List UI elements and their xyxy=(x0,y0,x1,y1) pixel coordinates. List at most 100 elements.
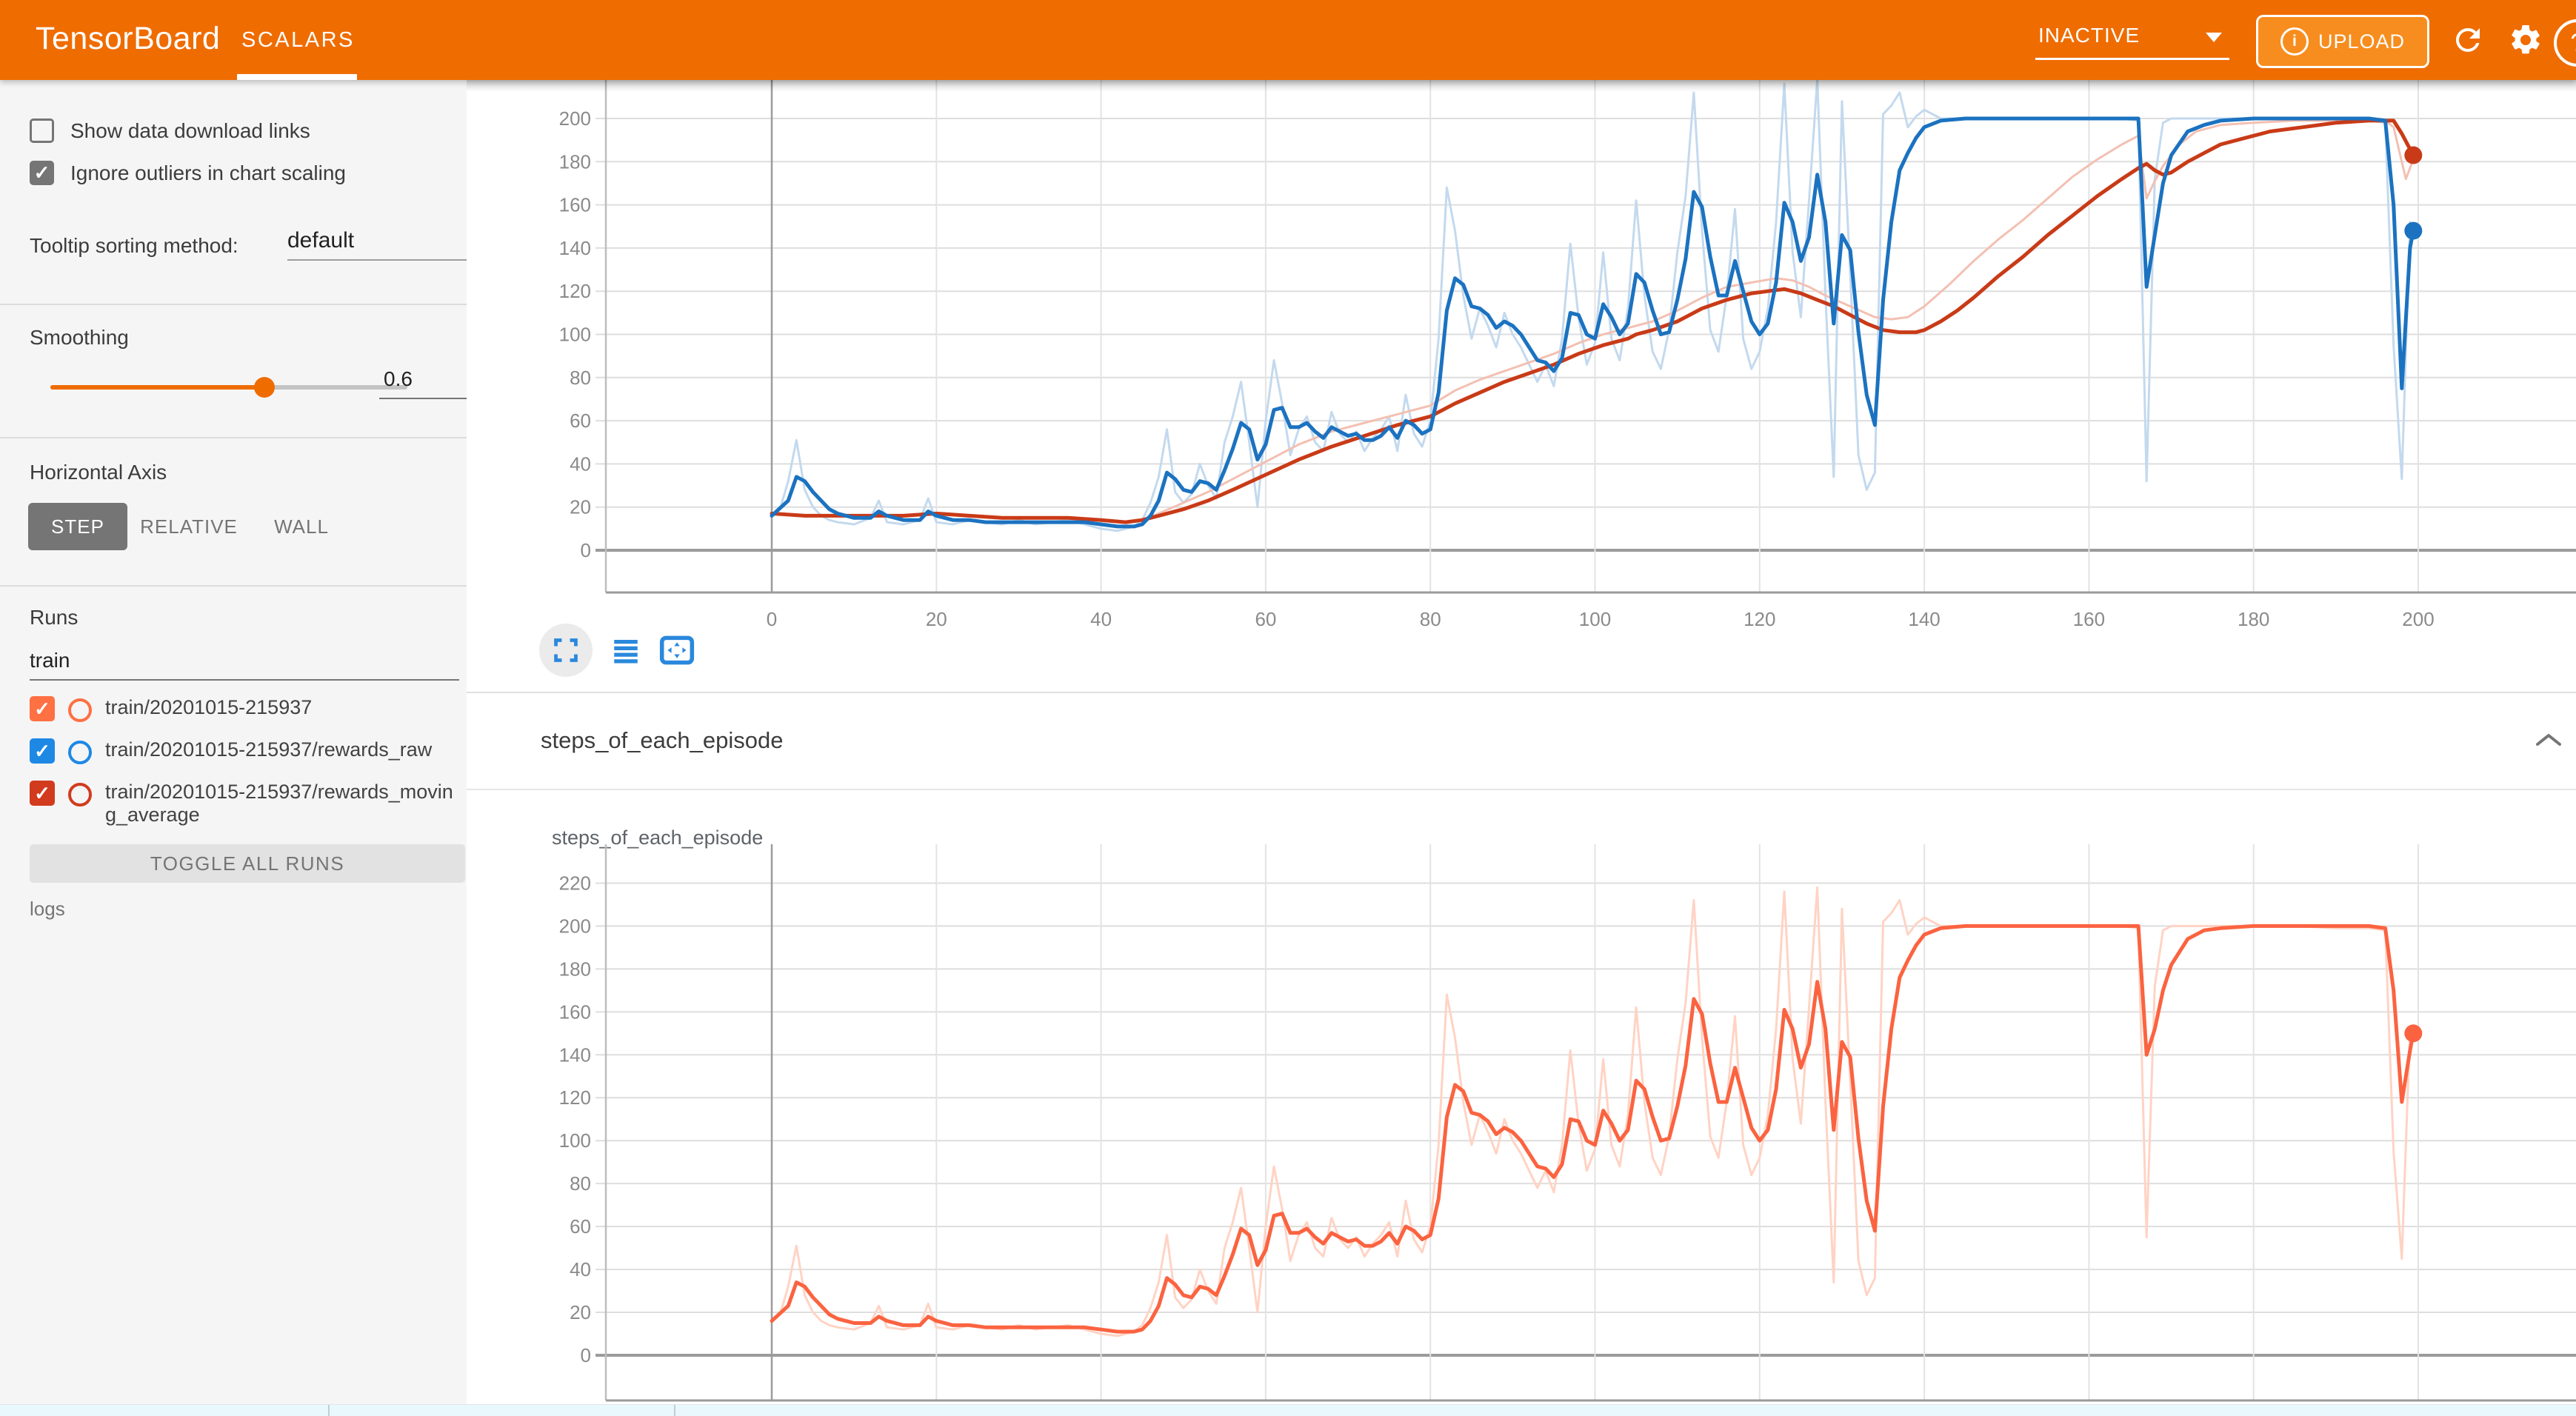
svg-text:100: 100 xyxy=(559,1129,591,1152)
run-checkbox[interactable]: ✓ xyxy=(30,738,55,764)
run-color-ring-icon[interactable] xyxy=(68,698,92,722)
svg-text:20: 20 xyxy=(926,608,947,630)
series-end-dot xyxy=(2404,222,2422,240)
chevron-down-icon xyxy=(2206,33,2222,42)
axis-wall-button[interactable]: WALL xyxy=(261,503,342,550)
status-dropdown-value: INACTIVE xyxy=(2038,24,2140,47)
pan-fit-icon[interactable] xyxy=(659,635,695,666)
svg-text:60: 60 xyxy=(570,410,591,432)
axis-relative-button[interactable]: RELATIVE xyxy=(139,503,238,550)
upload-button-label: UPLOAD xyxy=(2318,30,2405,53)
svg-text:0: 0 xyxy=(581,539,591,561)
scroll-shadow xyxy=(467,80,2576,92)
series-end-dot xyxy=(2404,1024,2422,1042)
collapse-chevron-icon[interactable] xyxy=(2535,732,2563,748)
runs-filter-field xyxy=(30,649,459,681)
svg-text:0: 0 xyxy=(581,1344,591,1366)
svg-text:120: 120 xyxy=(1744,608,1775,630)
series-line xyxy=(772,121,2413,522)
help-icon[interactable]: ? xyxy=(2554,19,2576,67)
tab-active-underline xyxy=(237,74,357,80)
show-download-links-checkbox[interactable] xyxy=(30,118,54,143)
main-content: 0204060801001201401601802000204060801001… xyxy=(467,80,2576,1405)
tooltip-sorting-row: Tooltip sorting method: default xyxy=(30,234,444,258)
svg-text:160: 160 xyxy=(559,1001,591,1023)
svg-text:20: 20 xyxy=(570,496,591,518)
run-checkbox[interactable]: ✓ xyxy=(30,696,55,721)
series-end-dot xyxy=(2404,147,2422,164)
divider xyxy=(0,304,467,305)
svg-text:40: 40 xyxy=(570,452,591,475)
svg-text:180: 180 xyxy=(559,150,591,173)
svg-text:200: 200 xyxy=(559,107,591,130)
divider xyxy=(328,1405,330,1416)
series-line xyxy=(772,121,2413,522)
svg-text:80: 80 xyxy=(570,1172,591,1195)
svg-text:80: 80 xyxy=(1420,608,1441,630)
runs-group-label: logs xyxy=(30,898,65,921)
svg-text:40: 40 xyxy=(1090,608,1112,630)
info-icon: i xyxy=(2280,27,2309,56)
svg-text:80: 80 xyxy=(570,367,591,389)
run-color-ring-icon[interactable] xyxy=(68,741,92,764)
run-row: ✓ train/20201015-215937/rewards_moving_av… xyxy=(30,781,465,826)
gear-icon[interactable] xyxy=(2508,22,2543,58)
svg-text:140: 140 xyxy=(559,237,591,259)
settings-sidebar: Show data download links ✓ Ignore outlie… xyxy=(0,80,467,1405)
smoothing-label: Smoothing xyxy=(30,326,129,350)
tooltip-sorting-value: default xyxy=(287,228,354,253)
upload-button[interactable]: i UPLOAD xyxy=(2256,15,2429,68)
run-checkbox[interactable]: ✓ xyxy=(30,781,55,806)
smoothing-slider-thumb[interactable] xyxy=(254,377,275,398)
section-header: steps_of_each_episode xyxy=(467,693,2576,789)
run-color-ring-icon[interactable] xyxy=(68,783,92,806)
svg-text:220: 220 xyxy=(559,872,591,894)
svg-text:0: 0 xyxy=(767,608,777,630)
run-label: train/20201015-215937/rewards_raw xyxy=(105,738,456,761)
svg-text:180: 180 xyxy=(559,958,591,980)
data-table-icon[interactable] xyxy=(610,635,641,666)
svg-text:40: 40 xyxy=(570,1258,591,1280)
svg-text:100: 100 xyxy=(1579,608,1611,630)
fullscreen-icon[interactable] xyxy=(539,624,593,677)
smoothing-slider[interactable] xyxy=(50,385,407,390)
run-label: train/20201015-215937/rewards_moving_ave… xyxy=(105,781,456,826)
axis-step-button[interactable]: STEP xyxy=(28,503,127,550)
series-line xyxy=(772,887,2410,1336)
steps-chart[interactable]: 020406080100120140160180200220 xyxy=(467,789,2576,1407)
refresh-icon[interactable] xyxy=(2450,22,2486,58)
ignore-outliers-label: Ignore outliers in chart scaling xyxy=(70,161,346,185)
svg-text:20: 20 xyxy=(570,1301,591,1323)
svg-text:200: 200 xyxy=(2402,608,2434,630)
run-label: train/20201015-215937 xyxy=(105,696,456,719)
svg-text:60: 60 xyxy=(1255,608,1276,630)
run-row: ✓ train/20201015-215937 xyxy=(30,696,465,722)
smoothing-value-input[interactable] xyxy=(379,367,476,391)
ignore-outliers-row: ✓ Ignore outliers in chart scaling xyxy=(30,161,346,185)
svg-text:120: 120 xyxy=(559,1086,591,1109)
smoothing-slider-fill xyxy=(50,385,264,390)
rewards-chart-svg: 0204060801001201401601802000204060801001… xyxy=(467,80,2576,689)
svg-text:200: 200 xyxy=(559,915,591,937)
series-line xyxy=(772,926,2413,1332)
run-list: ✓ train/20201015-215937 ✓ train/20201015-21… xyxy=(30,696,465,843)
horizontal-axis-label: Horizontal Axis xyxy=(30,461,167,484)
tooltip-sorting-label: Tooltip sorting method: xyxy=(30,234,238,257)
steps-chart-svg: 020406080100120140160180200220 xyxy=(467,789,2576,1407)
status-dropdown[interactable]: INACTIVE xyxy=(2035,16,2229,60)
toggle-all-runs-button[interactable]: TOGGLE ALL RUNS xyxy=(30,844,465,883)
divider xyxy=(0,585,467,587)
runs-filter-input[interactable] xyxy=(30,649,459,672)
chart-toolbar xyxy=(539,624,695,677)
ignore-outliers-checkbox[interactable]: ✓ xyxy=(30,161,54,185)
smoothing-value-field xyxy=(379,367,472,399)
divider xyxy=(0,437,467,438)
show-download-links-label: Show data download links xyxy=(70,119,310,143)
svg-text:140: 140 xyxy=(559,1043,591,1066)
svg-text:180: 180 xyxy=(2238,608,2269,630)
svg-text:100: 100 xyxy=(559,324,591,346)
tensorboard-app: TensorBoard SCALARS INACTIVE i UPLOAD ? … xyxy=(0,0,2576,1416)
rewards-chart[interactable]: 0204060801001201401601802000204060801001… xyxy=(467,80,2576,689)
svg-text:120: 120 xyxy=(559,280,591,302)
tab-scalars[interactable]: SCALARS xyxy=(241,28,355,53)
